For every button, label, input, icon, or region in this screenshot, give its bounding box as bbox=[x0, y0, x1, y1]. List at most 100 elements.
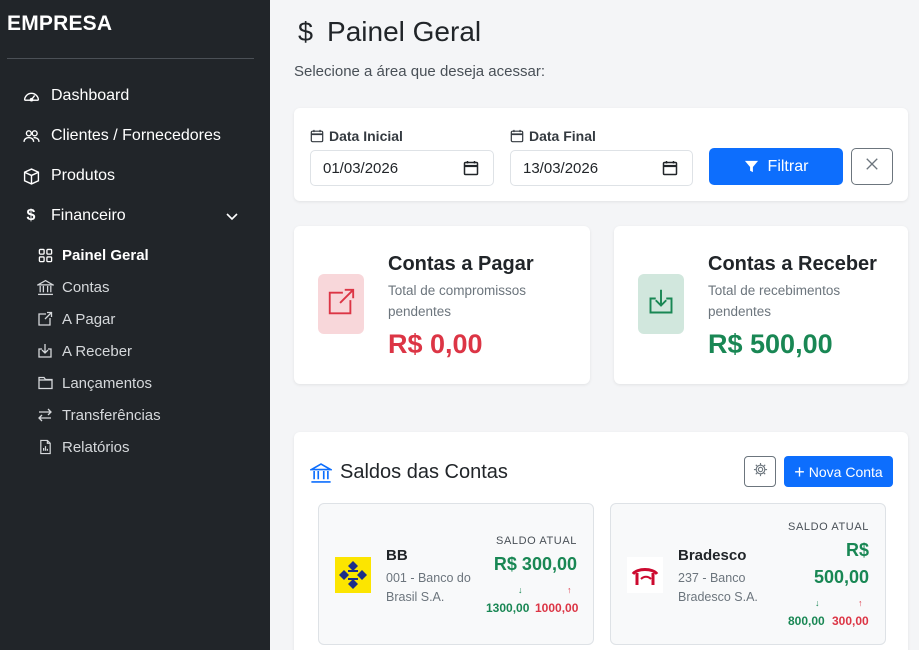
arrow-up-icon: ↑ bbox=[567, 585, 572, 595]
settings-button[interactable] bbox=[744, 456, 776, 487]
sidebar-item-label: Transferências bbox=[62, 406, 161, 424]
arrow-down-icon: ↓ bbox=[518, 585, 523, 595]
sidebar-item-dashboard[interactable]: Dashboard bbox=[22, 84, 129, 108]
filter-card: Data Inicial 01/03/2026 Data Final 13/03… bbox=[294, 108, 908, 201]
sidebar-item-label: Contas bbox=[62, 278, 110, 296]
account-card-bradesco[interactable]: Bradesco 237 - Banco Bradesco S.A. SALDO… bbox=[610, 503, 886, 645]
sidebar-item-produtos[interactable]: Produtos bbox=[22, 164, 115, 188]
sidebar-item-contas[interactable]: Contas bbox=[36, 276, 110, 298]
filter-button-label: Filtrar bbox=[767, 157, 809, 175]
page-title: $ Painel Geral bbox=[298, 16, 481, 48]
account-balance-line2: 500,00 bbox=[813, 567, 869, 587]
dollar-icon: $ bbox=[298, 16, 314, 47]
new-account-label: Nova Conta bbox=[808, 463, 883, 480]
card-description: Total de compromissos pendentes bbox=[388, 283, 527, 319]
account-name: Bradesco bbox=[678, 547, 747, 564]
sidebar-item-painel-geral[interactable]: Painel Geral bbox=[36, 244, 149, 266]
gear-icon bbox=[753, 462, 768, 482]
end-date-label: Data Final bbox=[510, 128, 596, 144]
page-title-text: Painel Geral bbox=[327, 16, 482, 47]
pagar-icon-box bbox=[318, 274, 364, 334]
sidebar-item-clientes[interactable]: Clientes / Fornecedores bbox=[22, 124, 221, 148]
card-title: Contas a Receber bbox=[708, 253, 877, 275]
bank-icon bbox=[36, 278, 54, 296]
account-description: 001 - Banco do Brasil S.A. bbox=[386, 571, 471, 604]
sidebar-item-label: Dashboard bbox=[51, 87, 130, 104]
divider bbox=[7, 58, 254, 59]
sidebar-item-label: A Receber bbox=[62, 342, 133, 360]
contas-a-pagar-card[interactable]: Contas a Pagar Total de compromissos pen… bbox=[294, 226, 590, 384]
sidebar-item-label: Clientes / Fornecedores bbox=[51, 127, 221, 144]
saldos-title-text: Saldos das Contas bbox=[340, 461, 508, 483]
sidebar-item-label: Painel Geral bbox=[62, 246, 149, 264]
account-inflow: 800,00 bbox=[788, 614, 825, 628]
end-date-value: 13/03/2026 bbox=[523, 159, 599, 177]
plus-icon: + bbox=[794, 461, 805, 482]
sidebar-item-label: Lançamentos bbox=[62, 374, 153, 392]
sidebar-item-financeiro[interactable]: $ Financeiro bbox=[22, 204, 252, 228]
account-inflow: 1300,00 bbox=[486, 601, 530, 615]
start-date-value: 01/03/2026 bbox=[323, 159, 399, 177]
account-name: BB bbox=[386, 547, 408, 564]
sidebar-item-a-receber[interactable]: A Receber bbox=[36, 340, 132, 362]
sidebar: EMPRESA Dashboard Clientes / Fornecedore… bbox=[0, 0, 270, 650]
clear-filter-button[interactable] bbox=[851, 148, 893, 185]
sidebar-item-transferencias[interactable]: Transferências bbox=[36, 404, 161, 426]
folder-icon bbox=[36, 374, 54, 392]
end-date-label-text: Data Final bbox=[529, 128, 596, 144]
saldo-label: SALDO ATUAL bbox=[788, 521, 869, 533]
arrow-up-icon: ↑ bbox=[858, 598, 863, 608]
brand-name[interactable]: EMPRESA bbox=[7, 12, 112, 36]
bradesco-logo bbox=[627, 557, 663, 593]
account-description: 237 - Banco Bradesco S.A. bbox=[678, 571, 758, 604]
card-title: Contas a Pagar bbox=[388, 253, 534, 275]
box-arrow-up-right-icon bbox=[326, 287, 356, 322]
close-icon bbox=[865, 157, 879, 176]
start-date-label-text: Data Inicial bbox=[329, 128, 403, 144]
receber-icon-box bbox=[638, 274, 684, 334]
bb-logo bbox=[335, 557, 371, 593]
sidebar-item-label: Relatórios bbox=[62, 438, 130, 456]
calendar-icon bbox=[310, 129, 324, 143]
sidebar-item-label: Financeiro bbox=[51, 207, 126, 224]
account-balance: R$ 300,00 bbox=[493, 554, 577, 574]
chevron-down-icon bbox=[224, 208, 240, 224]
sidebar-item-a-pagar[interactable]: A Pagar bbox=[36, 308, 115, 330]
account-card-bb[interactable]: BB 001 - Banco do Brasil S.A. SALDO ATUA… bbox=[318, 503, 594, 645]
dollar-icon: $ bbox=[26, 207, 36, 224]
box-arrow-up-right-icon bbox=[36, 310, 54, 328]
account-outflow: 300,00 bbox=[832, 614, 869, 628]
file-bar-graph-icon bbox=[36, 438, 54, 456]
saldo-label: SALDO ATUAL bbox=[496, 535, 577, 547]
account-outflow: 1000,00 bbox=[535, 601, 579, 615]
contas-a-receber-card[interactable]: Contas a Receber Total de recebimentos p… bbox=[614, 226, 908, 384]
sidebar-item-label: Produtos bbox=[51, 167, 116, 184]
end-date-input[interactable]: 13/03/2026 bbox=[510, 150, 693, 186]
calendar-picker-icon[interactable] bbox=[463, 160, 479, 176]
receber-total-value: R$ 500,00 bbox=[708, 329, 833, 359]
saldos-title: Saldos das Contas bbox=[310, 461, 508, 484]
account-balance-line1: R$ bbox=[845, 540, 869, 560]
calendar-icon bbox=[510, 129, 524, 143]
start-date-input[interactable]: 01/03/2026 bbox=[310, 150, 494, 186]
box-arrow-in-down-icon bbox=[647, 288, 675, 321]
saldos-card: Saldos das Contas + Nova Conta BB 001 - … bbox=[294, 432, 908, 650]
pagar-total-value: R$ 0,00 bbox=[388, 329, 483, 359]
bank-icon bbox=[310, 462, 332, 484]
start-date-label: Data Inicial bbox=[310, 128, 403, 144]
grid-icon bbox=[36, 246, 54, 264]
sidebar-item-relatorios[interactable]: Relatórios bbox=[36, 436, 130, 458]
box-icon bbox=[22, 167, 40, 185]
card-description: Total de recebimentos pendentes bbox=[708, 283, 841, 319]
arrow-left-right-icon bbox=[36, 406, 54, 424]
new-account-button[interactable]: + Nova Conta bbox=[784, 456, 893, 487]
box-arrow-in-down-icon bbox=[36, 342, 54, 360]
arrow-down-icon: ↓ bbox=[815, 598, 820, 608]
sidebar-item-lancamentos[interactable]: Lançamentos bbox=[36, 372, 152, 394]
page-subtitle: Selecione a área que deseja acessar: bbox=[294, 63, 546, 80]
calendar-picker-icon[interactable] bbox=[662, 160, 678, 176]
funnel-icon bbox=[744, 159, 760, 175]
filter-button[interactable]: Filtrar bbox=[709, 148, 843, 185]
speedometer-icon bbox=[22, 87, 40, 105]
sidebar-item-label: A Pagar bbox=[62, 310, 116, 328]
